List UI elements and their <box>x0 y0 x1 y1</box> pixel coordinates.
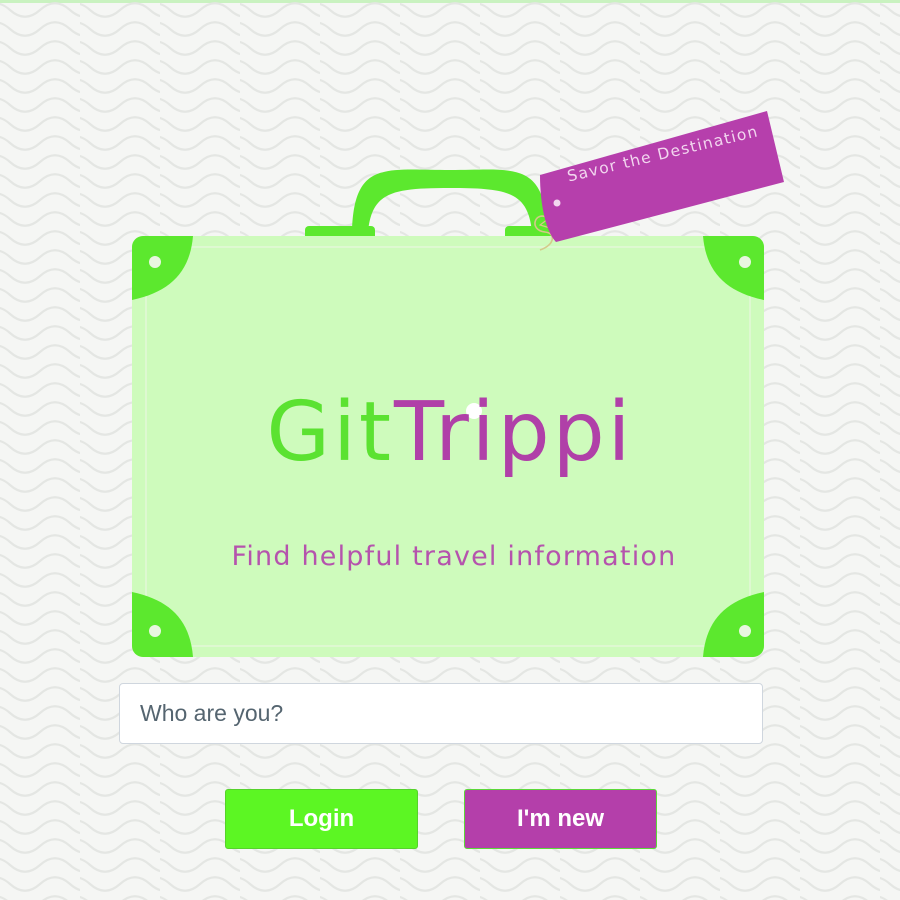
login-button[interactable]: Login <box>225 789 418 849</box>
suitcase-illustration <box>132 111 784 657</box>
logo-text-trippi: Trippi <box>394 385 634 480</box>
new-user-button[interactable]: I'm new <box>464 789 657 849</box>
tagline: Find helpful travel information <box>231 541 677 572</box>
app-logo: GitTrippi <box>0 392 900 474</box>
logo-text-git: Git <box>266 385 395 480</box>
suitcase-handle <box>305 169 565 240</box>
username-input[interactable] <box>119 683 763 744</box>
